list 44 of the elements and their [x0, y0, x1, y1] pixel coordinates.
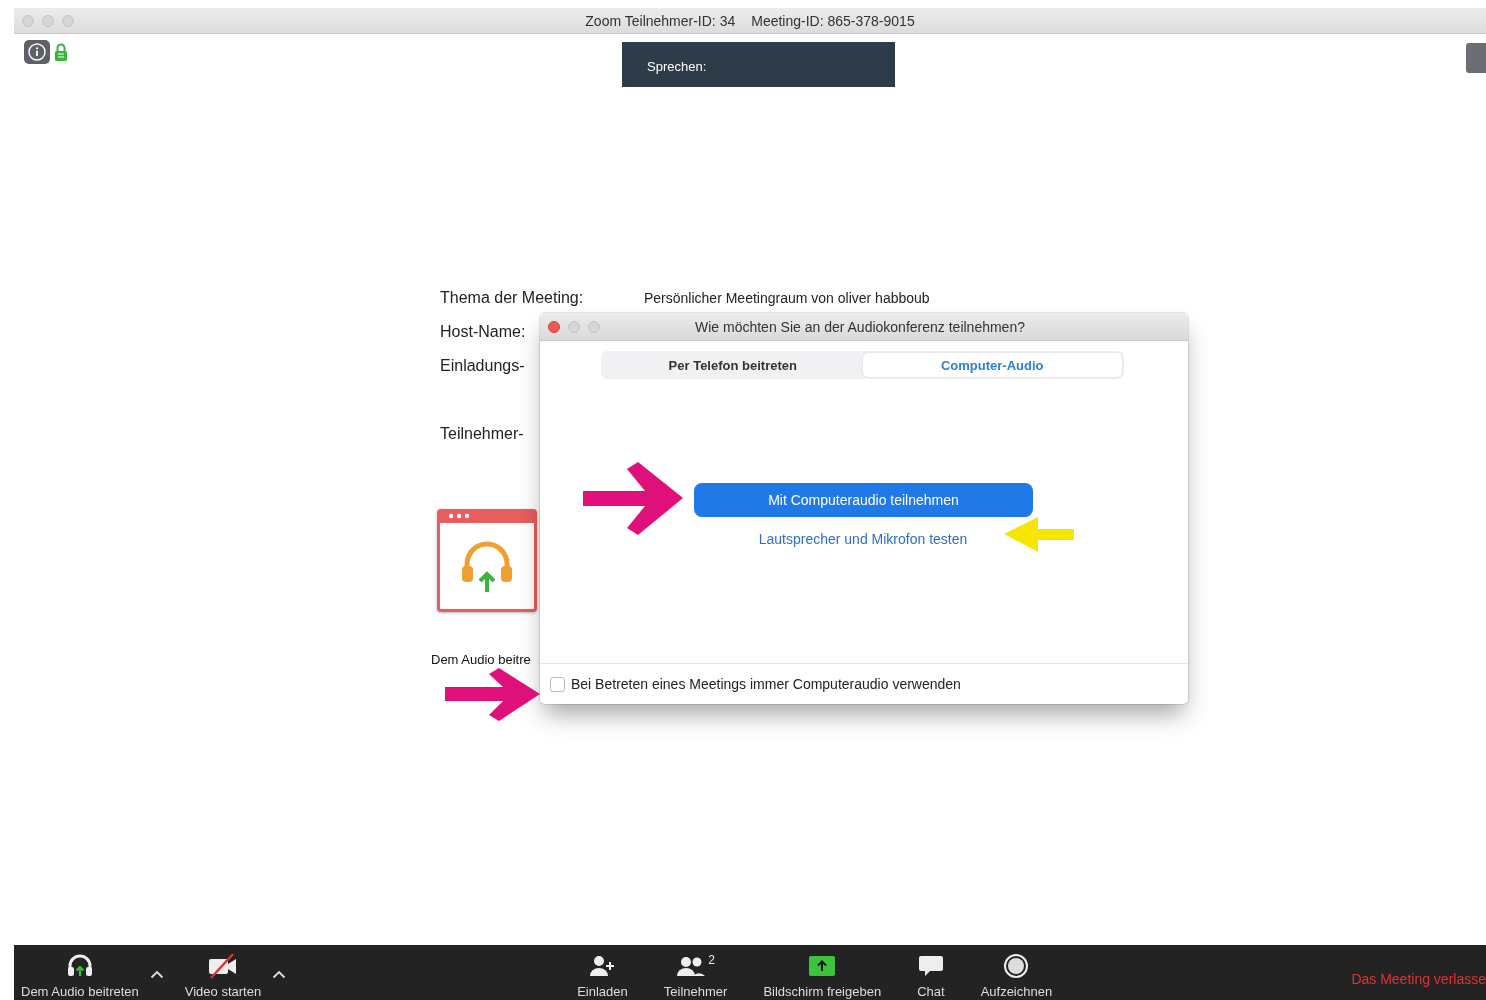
join-audio-tile[interactable] — [437, 509, 537, 612]
dialog-zoom-button[interactable] — [588, 320, 600, 333]
info-label: Thema der Meeting: — [440, 289, 584, 308]
info-label: Einladungs- — [440, 357, 525, 376]
tab[interactable]: Computer-Audio — [862, 353, 1122, 377]
toolbar-button[interactable]: Bildschirm freigeben — [760, 945, 885, 1000]
record-icon — [1003, 953, 1030, 979]
checkbox-label: Bei Betreten eines Meetings immer Computeraudio verwenden — [571, 676, 961, 692]
speaking-banner: Sprechen: — [622, 42, 895, 87]
tab[interactable]: Per Telefon beitreten — [603, 353, 863, 377]
add-person-icon — [588, 954, 617, 978]
toolbar-button[interactable]: Video starten — [181, 945, 265, 1000]
arrow-drawing — [1004, 517, 1074, 552]
lock-icon[interactable] — [54, 43, 68, 61]
caret-icon[interactable] — [149, 970, 164, 979]
video-off-icon — [207, 953, 239, 979]
dialog-minimize-button[interactable] — [568, 320, 580, 333]
share-screen-icon — [808, 955, 837, 977]
toolbar-button[interactable]: Einladen — [574, 945, 631, 1000]
tile-label: Dem Audio beitre — [431, 652, 532, 667]
dialog-close-button[interactable] — [548, 320, 560, 333]
window-minimize-button[interactable] — [42, 14, 54, 27]
toolbar-button[interactable]: Chat — [914, 945, 948, 1000]
info-value: Persönlicher Meetingraum von oliver habboub — [644, 290, 930, 306]
dialog-title: Wie möchten Sie an der Audiokonferenz teilnehmen? — [694, 318, 1026, 335]
fullscreen-button[interactable] — [1466, 43, 1486, 73]
checkbox[interactable] — [550, 676, 565, 692]
participant-count: 2 — [708, 953, 715, 967]
window-close-button[interactable] — [22, 14, 34, 27]
leave-meeting-button[interactable]: Das Meeting verlasse — [1351, 970, 1486, 987]
toolbar-button[interactable]: Aufzeichnen — [977, 945, 1056, 1000]
window-zoom-button[interactable] — [62, 14, 74, 27]
info-label: Host-Name: — [440, 323, 526, 342]
info-icon[interactable] — [24, 40, 50, 64]
people-icon — [676, 954, 707, 978]
window-title: Zoom Teilnehmer-ID: 34 — [585, 12, 736, 29]
meeting-id: Meeting-ID: 865-378-9015 — [751, 12, 915, 29]
caret-icon[interactable] — [272, 970, 287, 979]
chat-bubble-icon — [917, 954, 944, 978]
info-label: Teilnehmer- — [440, 425, 524, 444]
join-computer-audio-button[interactable]: Mit Computeraudio teilnehmen — [694, 483, 1033, 517]
toolbar-button[interactable]: Dem Audio beitreten — [18, 945, 142, 1000]
test-audio-link[interactable]: Lautsprecher und Mikrofon testen — [758, 531, 968, 547]
toolbar-button[interactable]: 2 Teilnehmer — [660, 945, 731, 1000]
